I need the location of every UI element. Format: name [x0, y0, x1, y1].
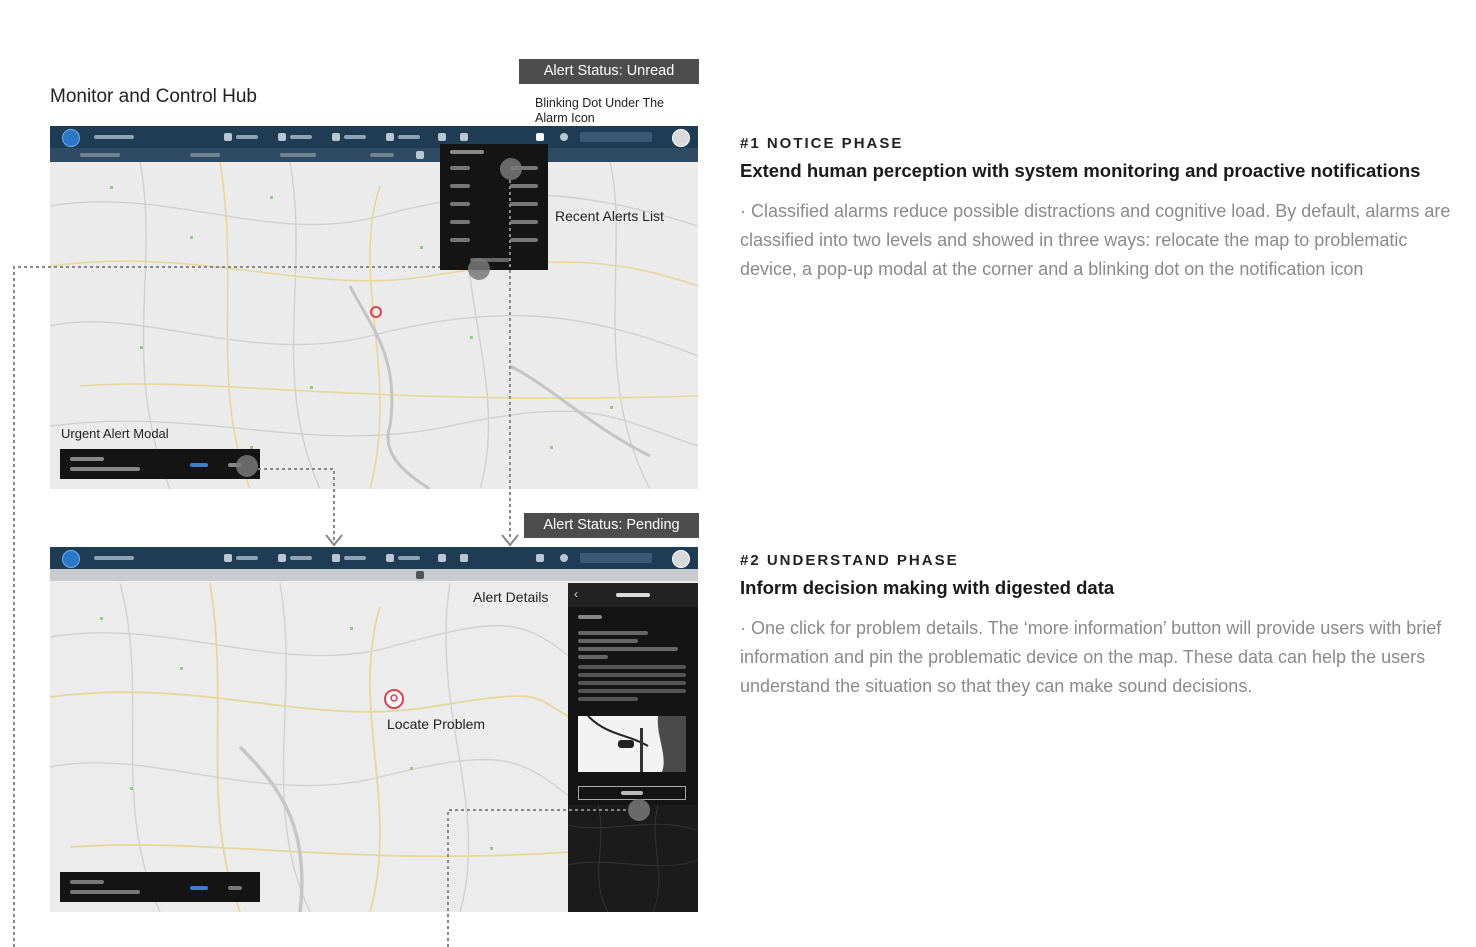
- phase2-tag: #2 UNDERSTAND PHASE: [740, 552, 959, 569]
- phase1-body: · Classified alarms reduce possible dist…: [740, 201, 1451, 279]
- flow-connectors: [13, 180, 628, 947]
- phase1-tag: #1 NOTICE PHASE: [740, 135, 904, 152]
- connector-locate: [258, 468, 335, 540]
- phase2-body: · One click for problem details. The ‘mo…: [740, 618, 1442, 696]
- connector-process: [447, 809, 628, 947]
- phase1-title: Extend human perception with system moni…: [740, 160, 1421, 181]
- connector-view-all: [13, 266, 440, 947]
- phase2-title: Inform decision making with digested dat…: [740, 577, 1115, 598]
